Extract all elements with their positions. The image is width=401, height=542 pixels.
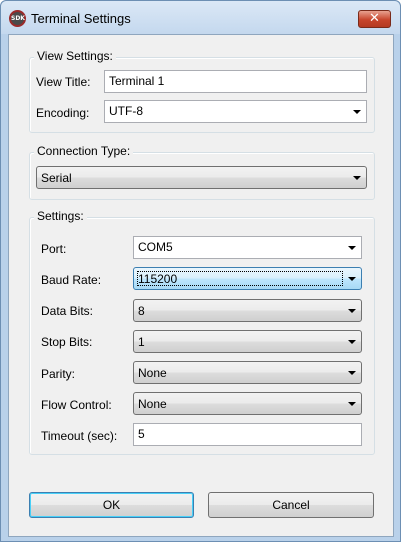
parity-label: Parity: — [41, 367, 76, 381]
timeout-label: Timeout (sec): — [41, 429, 118, 443]
close-button[interactable]: ✕ — [358, 10, 391, 28]
focus-indicator — [137, 271, 343, 286]
title-bar[interactable]: SDK Terminal Settings ✕ — [1, 1, 400, 34]
parity-select[interactable]: None — [133, 361, 362, 384]
chevron-down-icon — [348, 277, 356, 281]
flow-control-label: Flow Control: — [41, 398, 112, 412]
connection-type-value: Serial — [41, 171, 72, 185]
port-select[interactable]: COM5 — [133, 236, 362, 259]
timeout-input[interactable]: 5 — [133, 423, 362, 446]
chevron-down-icon — [348, 340, 356, 344]
data-bits-select[interactable]: 8 — [133, 299, 362, 322]
connection-type-select[interactable]: Serial — [36, 166, 367, 189]
data-bits-value: 8 — [138, 304, 145, 318]
encoding-select[interactable]: UTF-8 — [104, 100, 367, 123]
dialog-body: View Settings: View Title: Terminal 1 En… — [8, 34, 394, 537]
ok-button[interactable]: OK — [29, 492, 194, 518]
chevron-down-icon — [348, 371, 356, 375]
baud-rate-select[interactable]: 115200 — [133, 267, 362, 290]
chevron-down-icon — [348, 309, 356, 313]
chevron-down-icon — [353, 176, 361, 180]
stop-bits-label: Stop Bits: — [41, 335, 93, 349]
baud-rate-label: Baud Rate: — [41, 273, 102, 287]
view-settings-title: View Settings: — [34, 49, 116, 63]
flow-control-select[interactable]: None — [133, 392, 362, 415]
window-title: Terminal Settings — [31, 11, 131, 26]
dialog-window: SDK Terminal Settings ✕ View Settings: V… — [0, 0, 401, 542]
settings-title: Settings: — [34, 209, 87, 223]
cancel-button[interactable]: Cancel — [208, 492, 374, 518]
encoding-label: Encoding: — [36, 106, 90, 120]
port-value: COM5 — [138, 240, 173, 254]
chevron-down-icon — [353, 110, 361, 114]
flow-control-value: None — [138, 397, 167, 411]
sdk-app-icon: SDK — [9, 10, 26, 27]
chevron-down-icon — [348, 402, 356, 406]
connection-type-title: Connection Type: — [34, 144, 134, 158]
stop-bits-value: 1 — [138, 335, 145, 349]
view-title-label: View Title: — [36, 75, 91, 89]
encoding-value: UTF-8 — [109, 104, 143, 118]
parity-value: None — [138, 366, 167, 380]
chevron-down-icon — [348, 246, 356, 250]
view-title-input[interactable]: Terminal 1 — [104, 70, 367, 93]
port-label: Port: — [41, 242, 67, 256]
stop-bits-select[interactable]: 1 — [133, 330, 362, 353]
data-bits-label: Data Bits: — [41, 304, 94, 318]
